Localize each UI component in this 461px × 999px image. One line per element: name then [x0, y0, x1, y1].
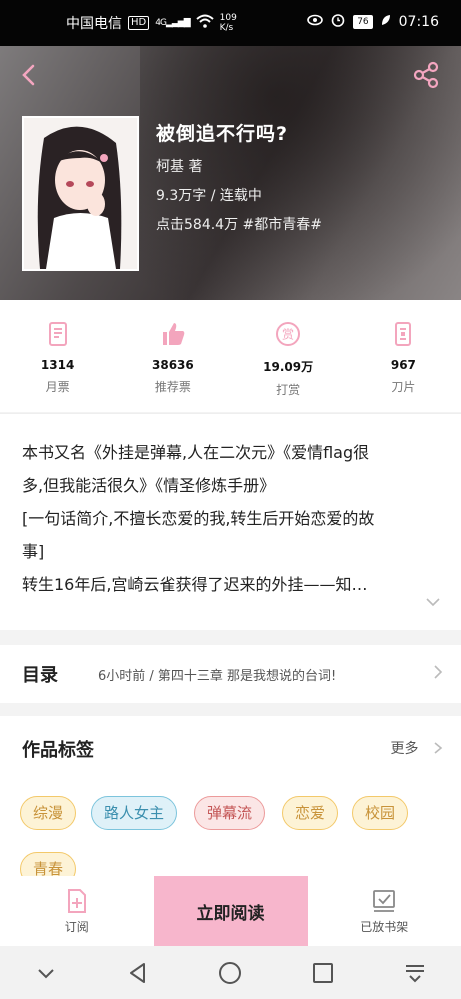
add-to-shelf-button[interactable]: 已放书架 — [308, 876, 461, 946]
recents-square-icon[interactable] — [309, 959, 337, 987]
description-line: 事] — [22, 542, 45, 561]
stats-row: 1314 月票 38636 推荐票 赏 19.09万 打赏 967 刀片 — [0, 300, 461, 412]
stat-value: 38636 — [152, 358, 194, 372]
home-circle-icon[interactable] — [216, 959, 244, 987]
stat-reward[interactable]: 赏 19.09万 打赏 — [231, 300, 346, 412]
tags-more-button[interactable]: 更多 — [391, 738, 443, 758]
tag-chip[interactable]: 弹幕流 — [194, 796, 266, 830]
clock-time: 07:16 — [398, 14, 439, 30]
book-author: 柯基 著 — [156, 159, 203, 175]
book-description[interactable]: 本书又名《外挂是弹幕,人在二次元》《爱情flag很 多,但我能活很久》《情圣修炼… — [0, 413, 461, 630]
description-line: 本书又名《外挂是弹幕,人在二次元》《爱情flag很 — [22, 443, 370, 462]
share-icon[interactable] — [411, 60, 441, 90]
stat-recommend[interactable]: 38636 推荐票 — [115, 300, 230, 412]
shelf-label: 已放书架 — [360, 919, 409, 934]
reward-icon: 赏 — [274, 320, 302, 348]
wifi-icon — [195, 14, 214, 32]
net-speed: 109 K/s — [220, 13, 237, 33]
tags-section: 作品标签 更多 综漫 路人女主 弹幕流 恋爱 校园 青春 — [0, 716, 461, 886]
subscribe-icon — [64, 888, 90, 914]
table-of-contents-row[interactable]: 目录 6小时前 / 第四十三章 那是我想说的台词! — [0, 645, 461, 703]
book-clicks: 点击584.4万 #都市青春# — [156, 217, 322, 233]
tags-title: 作品标签 — [22, 740, 94, 761]
signal-icon: 4G▂▃▅▇ — [155, 18, 190, 28]
battery-icon: 76 — [353, 15, 373, 29]
net-speed-unit: K/s — [219, 23, 234, 33]
tags-more-label: 更多 — [390, 741, 419, 757]
stat-monthly-ticket[interactable]: 1314 月票 — [0, 300, 115, 412]
hd-badge: HD — [128, 16, 150, 30]
network-type: 4G — [155, 18, 167, 28]
tag-chip[interactable]: 路人女主 — [91, 796, 178, 830]
stat-value: 967 — [390, 358, 416, 372]
back-triangle-icon[interactable] — [124, 959, 152, 987]
book-cover[interactable] — [22, 116, 139, 271]
chevron-right-icon — [434, 742, 443, 754]
description-line: [一句话简介,不擅长恋爱的我,转生后开始恋爱的故 — [22, 509, 375, 528]
stat-blade[interactable]: 967 刀片 — [346, 300, 461, 412]
tag-chip[interactable]: 恋爱 — [282, 796, 339, 830]
stat-value: 19.09万 — [263, 360, 314, 374]
subscribe-button[interactable]: 订阅 — [0, 876, 154, 946]
bottom-action-bar: 订阅 立即阅读 已放书架 — [0, 876, 461, 946]
book-title: 被倒追不行吗? — [156, 123, 289, 145]
book-word-count: 9.3万字 / 连载中 — [156, 188, 262, 204]
stat-label: 刀片 — [391, 380, 416, 394]
expand-chevron-icon[interactable] — [425, 587, 441, 620]
latest-chapter: 6小时前 / 第四十三章 那是我想说的台词! — [98, 668, 337, 684]
carrier-label: 中国电信 — [66, 16, 122, 32]
tag-chip[interactable]: 校园 — [352, 796, 409, 830]
thumbs-up-icon — [159, 320, 187, 348]
collapse-chevron-icon[interactable] — [32, 959, 60, 987]
svg-text:赏: 赏 — [282, 328, 294, 342]
back-icon[interactable] — [14, 60, 44, 90]
system-nav-bar — [0, 946, 461, 999]
subscribe-label: 订阅 — [64, 919, 89, 934]
read-now-button[interactable]: 立即阅读 — [153, 876, 308, 946]
notification-pull-icon[interactable] — [401, 959, 429, 987]
blade-icon — [389, 320, 417, 348]
book-header: 被倒追不行吗? 柯基 著 9.3万字 / 连载中 点击584.4万 #都市青春# — [0, 46, 461, 300]
status-bar: 中国电信 HD 4G▂▃▅▇ 109 K/s 76 07:16 — [0, 0, 461, 46]
description-line: 转生16年后,宫崎云雀获得了迟来的外挂——知… — [22, 575, 368, 594]
alarm-icon — [331, 13, 345, 31]
eye-icon — [307, 14, 323, 30]
toc-title: 目录 — [22, 665, 58, 686]
ticket-icon — [44, 320, 72, 348]
stat-label: 推荐票 — [154, 380, 191, 394]
description-line: 多,但我能活很久》《情圣修炼手册》 — [22, 476, 276, 495]
stat-value: 1314 — [40, 358, 75, 372]
stat-label: 月票 — [45, 380, 70, 394]
net-speed-value: 109 — [219, 13, 237, 23]
leaf-icon — [381, 14, 391, 30]
tag-chip[interactable]: 综漫 — [20, 796, 77, 830]
chevron-right-icon — [433, 664, 443, 684]
shelf-check-icon — [371, 888, 397, 914]
stat-label: 打赏 — [276, 383, 301, 397]
